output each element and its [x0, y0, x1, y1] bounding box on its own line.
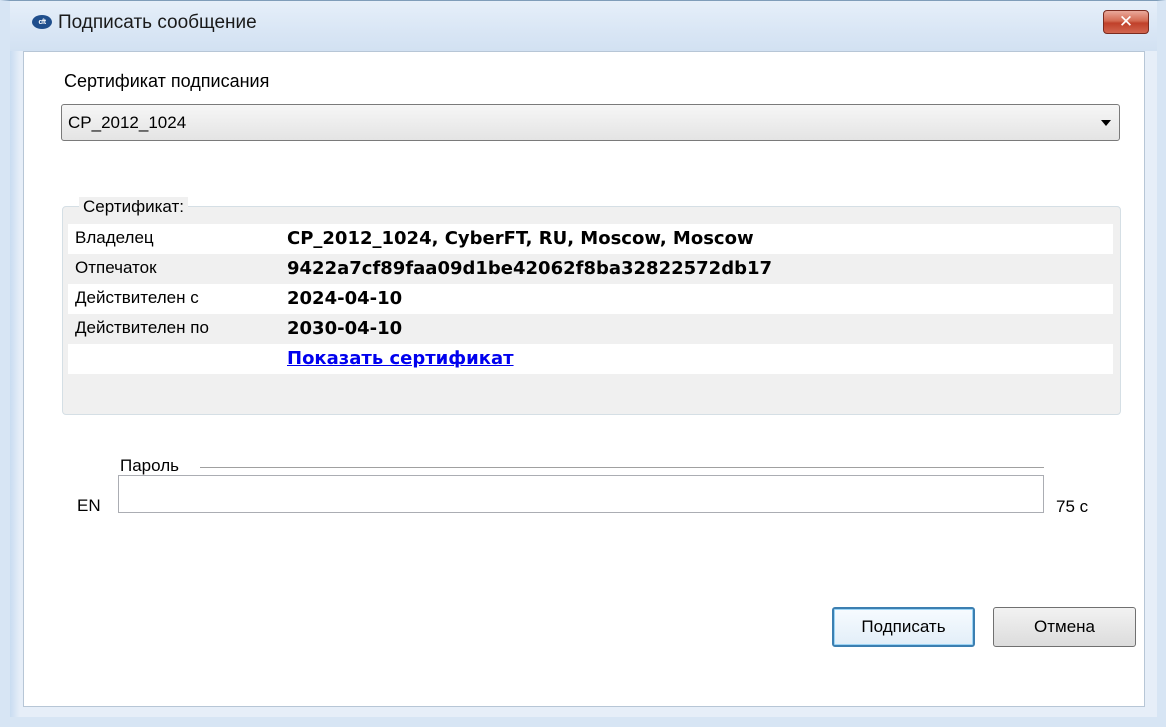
keyboard-language-indicator: EN	[77, 496, 101, 515]
signing-certificate-select[interactable]: CP_2012_1024	[61, 104, 1120, 141]
signing-certificate-selected-value: CP_2012_1024	[68, 112, 187, 132]
certificate-row-valid-from: Действителен с 2024-04-10	[68, 284, 1113, 314]
certificate-row-link: Показать сертификат	[68, 344, 1113, 374]
certificate-value: 2030-04-10	[287, 318, 403, 339]
password-field[interactable]	[118, 475, 1044, 513]
password-group-divider	[200, 467, 1044, 468]
show-certificate-link[interactable]: Показать сертификат	[287, 348, 514, 369]
certificate-row-valid-to: Действителен по 2030-04-10	[68, 314, 1113, 344]
password-label: Пароль	[120, 456, 179, 475]
sign-message-dialog: cft Подписать сообщение ✕ Сертификат под…	[0, 0, 1166, 727]
certificate-key: Отпечаток	[75, 258, 157, 277]
close-button[interactable]: ✕	[1103, 10, 1149, 34]
close-icon: ✕	[1118, 12, 1134, 32]
window-title: Подписать сообщение	[58, 12, 257, 33]
certificate-row-owner: Владелец CP_2012_1024, CyberFT, RU, Mosc…	[68, 224, 1113, 254]
certificate-key: Владелец	[75, 228, 154, 247]
certificate-row-thumbprint: Отпечаток 9422a7cf89faa09d1be42062f8ba32…	[68, 254, 1113, 284]
sign-button[interactable]: Подписать	[832, 607, 975, 647]
certificate-key: Действителен с	[75, 288, 199, 307]
certificate-details-table: Владелец CP_2012_1024, CyberFT, RU, Mosc…	[68, 224, 1113, 374]
certificate-value: CP_2012_1024, CyberFT, RU, Moscow, Mosco…	[287, 228, 754, 249]
password-timer: 75 с	[1056, 497, 1089, 516]
certificate-group: Сертификат: Владелец CP_2012_1024, Cyber…	[62, 197, 1121, 415]
certificate-value: 2024-04-10	[287, 288, 403, 309]
certificate-value: 9422a7cf89faa09d1be42062f8ba32822572db17	[287, 258, 773, 279]
chevron-down-icon	[1101, 120, 1111, 126]
cancel-button[interactable]: Отмена	[993, 607, 1136, 647]
signing-certificate-label: Сертификат подписания	[64, 71, 270, 91]
title-bar[interactable]: cft Подписать сообщение ✕	[10, 1, 1157, 51]
certificate-key: Действителен по	[75, 318, 209, 337]
certificate-group-legend: Сертификат:	[79, 197, 188, 217]
cyberft-logo-icon: cft	[32, 15, 52, 29]
